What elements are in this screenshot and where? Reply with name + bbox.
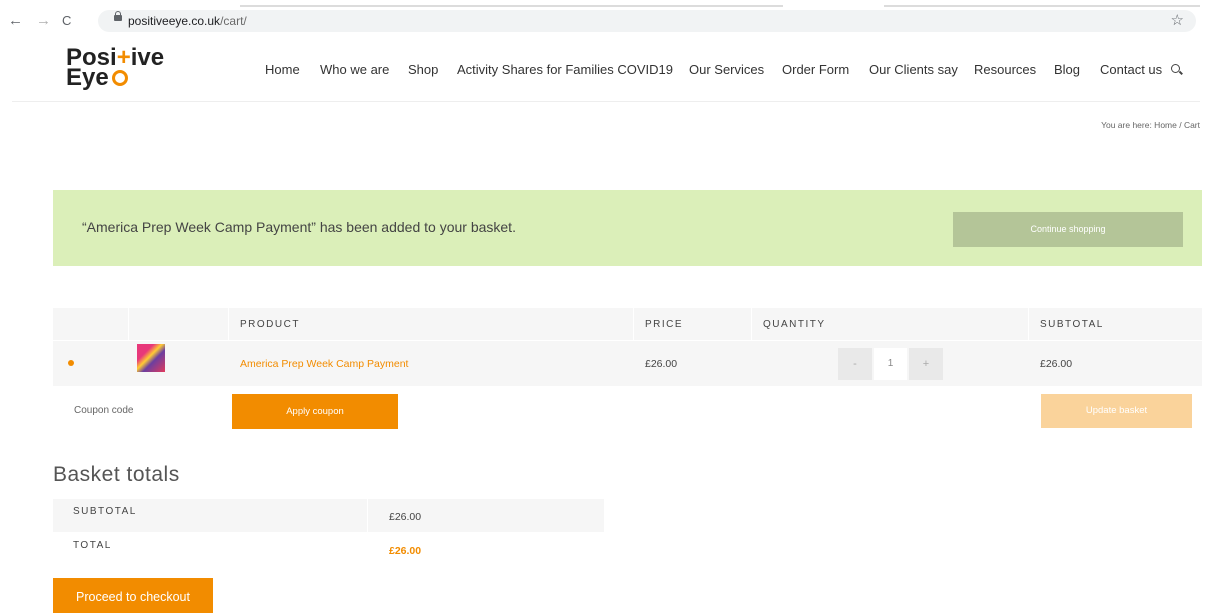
quantity-stepper: - 1 +: [838, 348, 943, 380]
column-divider: [751, 308, 752, 340]
nav-shop[interactable]: Shop: [408, 62, 438, 77]
url-text[interactable]: positiveeye.co.uk/cart/: [128, 14, 247, 28]
totals-subtotal-row: SUBTOTAL £26.00: [53, 499, 604, 532]
site-logo[interactable]: Posi+ive Eye: [66, 46, 164, 90]
basket-totals-title: Basket totals: [53, 463, 180, 486]
nav-blog[interactable]: Blog: [1054, 62, 1080, 77]
nav-resources[interactable]: Resources: [974, 62, 1036, 77]
totals-subtotal-label: SUBTOTAL: [73, 506, 137, 517]
column-divider: [1028, 308, 1029, 340]
nav-order-form[interactable]: Order Form: [782, 62, 849, 77]
search-icon[interactable]: [1171, 64, 1180, 73]
totals-total-row: TOTAL £26.00: [53, 533, 604, 566]
column-divider: [228, 308, 229, 340]
column-divider: [633, 308, 634, 340]
nav-who-we-are[interactable]: Who we are: [320, 62, 389, 77]
cart-table-header: PRODUCT PRICE QUANTITY SUBTOTAL: [53, 308, 1202, 340]
nav-our-services[interactable]: Our Services: [689, 62, 764, 77]
quantity-input[interactable]: 1: [874, 348, 907, 380]
totals-subtotal-value: £26.00: [389, 511, 422, 523]
product-price: £26.00: [645, 358, 678, 370]
back-icon[interactable]: ←: [8, 12, 23, 30]
column-divider: [128, 308, 129, 340]
lock-icon: [114, 11, 122, 21]
totals-total-label: TOTAL: [73, 540, 112, 551]
quantity-increase-button[interactable]: +: [909, 348, 943, 380]
forward-icon[interactable]: →: [36, 12, 51, 30]
added-to-basket-notice: “America Prep Week Camp Payment” has bee…: [53, 190, 1202, 266]
nav-activity-shares[interactable]: Activity Shares for Families COVID19: [457, 62, 673, 77]
nav-home[interactable]: Home: [265, 62, 300, 77]
logo-line-2: Eye: [66, 66, 164, 90]
product-name-link[interactable]: America Prep Week Camp Payment: [240, 358, 408, 370]
nav-contact-us[interactable]: Contact us: [1100, 62, 1162, 77]
continue-shopping-button[interactable]: Continue shopping: [953, 212, 1183, 247]
coupon-code-input[interactable]: Coupon code: [74, 405, 134, 416]
proceed-to-checkout-button[interactable]: Proceed to checkout: [53, 578, 213, 613]
notice-message: “America Prep Week Camp Payment” has bee…: [82, 219, 516, 235]
quantity-decrease-button[interactable]: -: [838, 348, 872, 380]
bookmark-star-icon[interactable]: ☆: [1171, 11, 1184, 29]
address-bar[interactable]: positiveeye.co.uk/cart/ ☆: [98, 10, 1196, 32]
header-quantity: QUANTITY: [763, 319, 826, 330]
remove-item-icon[interactable]: [68, 360, 74, 366]
header-price: PRICE: [645, 319, 684, 330]
apply-coupon-button[interactable]: Apply coupon: [232, 394, 398, 429]
update-basket-button[interactable]: Update basket: [1041, 394, 1192, 428]
nav-our-clients-say[interactable]: Our Clients say: [869, 62, 958, 77]
tab-strip-line: [240, 5, 783, 7]
eye-logo-icon: [111, 70, 128, 86]
browser-toolbar: ← → C positiveeye.co.uk/cart/ ☆: [0, 0, 1208, 36]
reload-icon[interactable]: C: [62, 12, 71, 30]
tab-strip-line: [884, 5, 1200, 7]
breadcrumb: You are here: Home / Cart: [1101, 120, 1200, 130]
column-divider: [367, 499, 368, 532]
totals-total-value: £26.00: [389, 545, 422, 557]
header-divider: [12, 101, 1200, 102]
product-subtotal: £26.00: [1040, 358, 1073, 370]
product-thumbnail[interactable]: [137, 344, 165, 372]
table-row: America Prep Week Camp Payment £26.00 - …: [53, 340, 1202, 386]
header-product: PRODUCT: [240, 319, 300, 330]
header-subtotal: SUBTOTAL: [1040, 319, 1104, 330]
